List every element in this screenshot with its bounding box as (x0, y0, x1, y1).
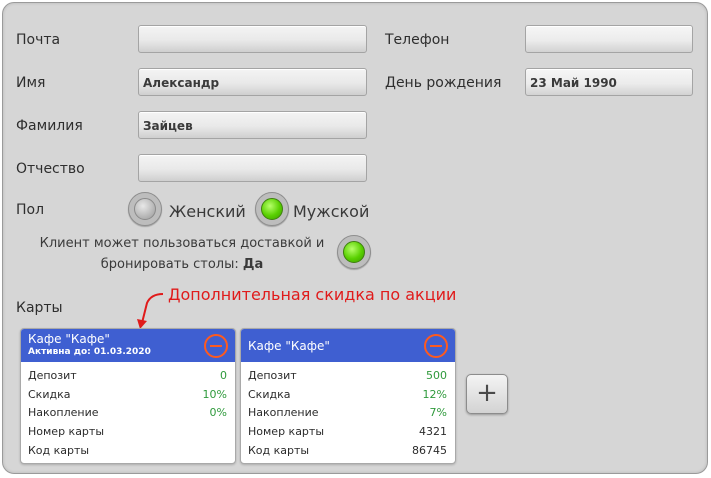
row-label: Депозит (28, 369, 77, 382)
toggle-on-indicator (343, 241, 365, 263)
row-label: Скидка (248, 388, 291, 401)
loyalty-card[interactable]: Кафе "Кафе" Депозит 500 Скидка 12% Накопле… (240, 328, 456, 464)
row-value: 10% (202, 388, 227, 401)
phone-label: Телефон (385, 32, 450, 48)
row-label: Накопление (248, 406, 319, 419)
row-value: 12% (422, 388, 447, 401)
card-active-until: Активна до: 01.03.2020 (28, 347, 151, 357)
card-row-number: Номер карты 4321 (248, 425, 447, 443)
gender-label: Пол (16, 202, 45, 218)
loyalty-card[interactable]: Кафе "Кафе" Активна до: 01.03.2020 Депоз… (20, 328, 236, 464)
birthday-field[interactable]: 23 Май 1990 (525, 68, 693, 96)
email-label: Почта (16, 32, 61, 48)
phone-field[interactable] (525, 25, 693, 53)
row-label: Код карты (28, 444, 90, 457)
card-row-discount: Скидка 12% (248, 388, 447, 406)
card-row-deposit: Депозит 0 (28, 369, 227, 387)
cards-label: Карты (16, 300, 63, 316)
row-label: Номер карты (28, 425, 105, 438)
delivery-toggle[interactable] (337, 235, 371, 269)
radio-off-indicator (134, 198, 156, 220)
row-label: Код карты (248, 444, 310, 457)
row-value: 86745 (412, 444, 447, 457)
card-title: Кафе "Кафе" (28, 332, 110, 346)
gender-female-radio[interactable] (128, 192, 162, 226)
delivery-note-line2-wrap: бронировать столы: Да (23, 254, 341, 275)
delivery-value: Да (242, 257, 264, 272)
birthday-label: День рождения (385, 75, 502, 91)
first-name-field[interactable]: Александр (138, 68, 367, 96)
card-row-accumulation: Накопление 7% (248, 406, 447, 424)
email-field[interactable] (138, 25, 367, 53)
gender-male-radio[interactable] (255, 192, 289, 226)
radio-on-indicator (261, 198, 283, 220)
card-row-discount: Скидка 10% (28, 388, 227, 406)
client-form-panel: Почта Телефон Имя Александр День рождени… (2, 2, 708, 474)
first-name-label: Имя (16, 75, 46, 91)
card-title: Кафе "Кафе" (248, 339, 330, 353)
row-label: Скидка (28, 388, 71, 401)
row-value: 7% (429, 406, 447, 419)
card-row-accumulation: Накопление 0% (28, 406, 227, 424)
gender-male-label[interactable]: Мужской (293, 202, 369, 221)
remove-card-icon[interactable] (204, 334, 228, 358)
row-label: Номер карты (248, 425, 325, 438)
delivery-note-line2: бронировать столы: (100, 257, 239, 272)
gender-female-label[interactable]: Женский (169, 202, 246, 221)
row-label: Депозит (248, 369, 297, 382)
card-row-deposit: Депозит 500 (248, 369, 447, 387)
card-row-code: Код карты (28, 444, 227, 462)
promo-annotation: Дополнительная скидка по акции (168, 285, 457, 304)
patronymic-field[interactable] (138, 154, 367, 182)
delivery-note-line1: Клиент может пользоваться доставкой и (39, 236, 325, 251)
row-value: 0% (209, 406, 227, 419)
row-value: 0 (220, 369, 227, 382)
row-value: 500 (426, 369, 447, 382)
annotation-arrow-icon (137, 293, 164, 329)
last-name-label: Фамилия (16, 118, 83, 134)
last-name-field[interactable]: Зайцев (138, 111, 367, 139)
remove-card-icon[interactable] (424, 334, 448, 358)
card-header: Кафе "Кафе" (241, 329, 455, 362)
card-row-code: Код карты 86745 (248, 444, 447, 462)
patronymic-label: Отчество (16, 161, 85, 177)
card-header: Кафе "Кафе" Активна до: 01.03.2020 (21, 329, 235, 362)
add-card-button[interactable]: + (466, 374, 508, 414)
row-label: Накопление (28, 406, 99, 419)
row-value: 4321 (419, 425, 447, 438)
delivery-note: Клиент может пользоваться доставкой и бр… (23, 233, 341, 275)
card-row-number: Номер карты (28, 425, 227, 443)
